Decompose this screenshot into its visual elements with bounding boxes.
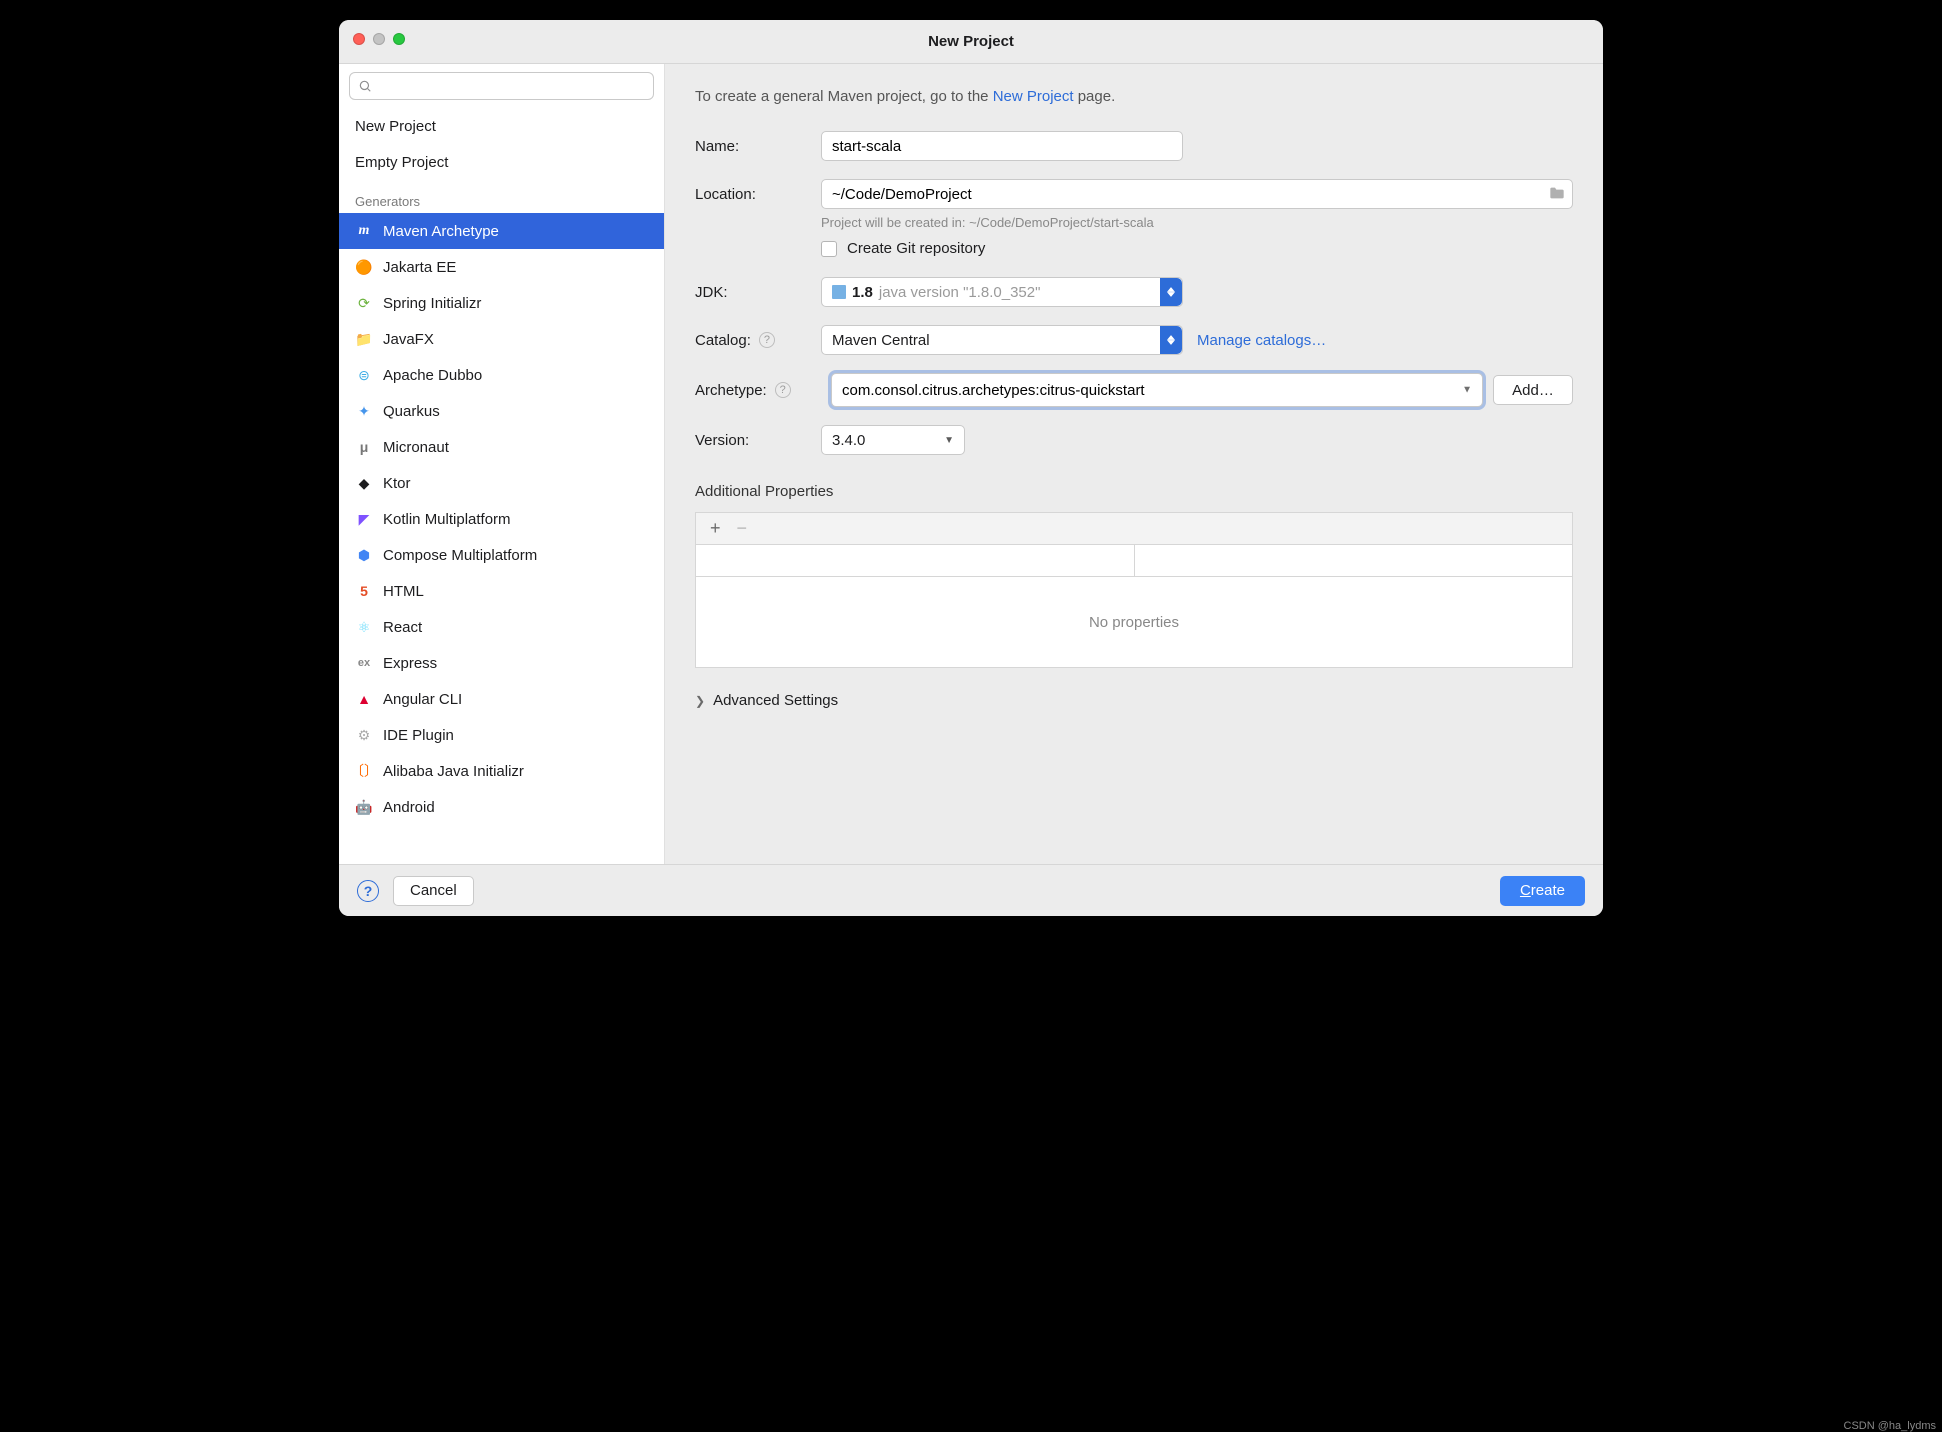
generators-header: Generators: [339, 184, 664, 213]
close-window-button[interactable]: [353, 33, 365, 45]
version-label: Version:: [695, 432, 821, 449]
alibaba-icon: 〔〕: [355, 762, 373, 780]
sidebar-item-ide-plugin[interactable]: ⚙IDE Plugin: [339, 717, 664, 753]
intro-text: To create a general Maven project, go to…: [695, 88, 1573, 105]
sidebar-item-empty-project[interactable]: Empty Project: [339, 144, 664, 180]
new-project-dialog: New Project New Project Empty Project Ge…: [339, 20, 1603, 916]
search-input[interactable]: [378, 79, 645, 94]
properties-columns: [696, 545, 1572, 577]
archetype-help-icon[interactable]: ?: [775, 382, 791, 398]
create-button[interactable]: Create: [1500, 876, 1585, 906]
archetype-input[interactable]: ▼: [831, 373, 1483, 407]
express-icon: ex: [355, 654, 373, 672]
new-project-link[interactable]: New Project: [993, 88, 1074, 105]
quarkus-icon: ✦: [355, 402, 373, 420]
catalog-label: Catalog:: [695, 332, 751, 349]
react-icon: ⚛: [355, 618, 373, 636]
location-label: Location:: [695, 186, 821, 203]
archetype-label: Archetype:: [695, 382, 767, 399]
catalog-select[interactable]: Maven Central: [821, 325, 1183, 355]
version-select[interactable]: 3.4.0 ▼: [821, 425, 965, 455]
jdk-folder-icon: [832, 285, 846, 299]
angular-icon: ▲: [355, 690, 373, 708]
sidebar-item-quarkus[interactable]: ✦Quarkus: [339, 393, 664, 429]
sidebar-item-android[interactable]: 🤖Android: [339, 789, 664, 825]
sidebar-item-jakarta-ee[interactable]: 🟠Jakarta EE: [339, 249, 664, 285]
additional-properties-panel: + − No properties: [695, 512, 1573, 668]
chevron-updown-icon: [1160, 278, 1182, 306]
add-archetype-button[interactable]: Add…: [1493, 375, 1573, 405]
additional-properties-header: Additional Properties: [695, 483, 1573, 500]
javafx-icon: 📁: [355, 330, 373, 348]
advanced-settings-toggle[interactable]: ❯ Advanced Settings: [695, 692, 1573, 709]
window-title: New Project: [928, 33, 1014, 50]
git-repo-label: Create Git repository: [847, 240, 985, 257]
sidebar-item-html[interactable]: 5HTML: [339, 573, 664, 609]
jakarta-icon: 🟠: [355, 258, 373, 276]
sidebar-item-maven-archetype[interactable]: mMaven Archetype: [339, 213, 664, 249]
sidebar-item-alibaba-java-initializr[interactable]: 〔〕Alibaba Java Initializr: [339, 753, 664, 789]
compose-icon: ⬢: [355, 546, 373, 564]
sidebar-item-react[interactable]: ⚛React: [339, 609, 664, 645]
content-pane: To create a general Maven project, go to…: [665, 64, 1603, 864]
html-icon: 5: [355, 582, 373, 600]
dubbo-icon: ⊜: [355, 366, 373, 384]
properties-empty-text: No properties: [696, 577, 1572, 667]
sidebar-item-compose-multiplatform[interactable]: ⬢Compose Multiplatform: [339, 537, 664, 573]
sidebar-item-kotlin-multiplatform[interactable]: ◤Kotlin Multiplatform: [339, 501, 664, 537]
ide-icon: ⚙: [355, 726, 373, 744]
sidebar-item-new-project[interactable]: New Project: [339, 108, 664, 144]
name-input[interactable]: [821, 131, 1183, 161]
maximize-window-button[interactable]: [393, 33, 405, 45]
minimize-window-button[interactable]: [373, 33, 385, 45]
sidebar-item-micronaut[interactable]: μMicronaut: [339, 429, 664, 465]
kotlin-icon: ◤: [355, 510, 373, 528]
spring-icon: ⟳: [355, 294, 373, 312]
git-repo-checkbox[interactable]: [821, 241, 837, 257]
cancel-button[interactable]: Cancel: [393, 876, 474, 906]
chevron-right-icon: ❯: [695, 694, 705, 708]
sidebar-item-spring-initializr[interactable]: ⟳Spring Initializr: [339, 285, 664, 321]
catalog-help-icon[interactable]: ?: [759, 332, 775, 348]
micronaut-icon: μ: [355, 438, 373, 456]
android-icon: 🤖: [355, 798, 373, 816]
generators-sidebar: New Project Empty Project Generators mMa…: [339, 64, 665, 864]
help-button[interactable]: ?: [357, 880, 379, 902]
maven-icon: m: [355, 222, 373, 240]
location-hint: Project will be created in: ~/Code/DemoP…: [821, 215, 1573, 230]
sidebar-item-angular-cli[interactable]: ▲Angular CLI: [339, 681, 664, 717]
manage-catalogs-link[interactable]: Manage catalogs…: [1197, 332, 1326, 349]
search-field[interactable]: [349, 72, 654, 100]
sidebar-item-javafx[interactable]: 📁JavaFX: [339, 321, 664, 357]
dialog-footer: ? Cancel Create CSDN @ha_lydms: [339, 864, 1603, 916]
jdk-select[interactable]: 1.8java version "1.8.0_352": [821, 277, 1183, 307]
browse-folder-icon[interactable]: [1549, 186, 1565, 203]
dropdown-icon: ▼: [944, 435, 954, 446]
location-input[interactable]: [821, 179, 1573, 209]
jdk-label: JDK:: [695, 284, 821, 301]
dropdown-icon[interactable]: ▼: [1462, 385, 1472, 396]
sidebar-item-express[interactable]: exExpress: [339, 645, 664, 681]
ktor-icon: ◆: [355, 474, 373, 492]
chevron-updown-icon: [1160, 326, 1182, 354]
search-icon: [358, 79, 372, 93]
sidebar-item-ktor[interactable]: ◆Ktor: [339, 465, 664, 501]
name-label: Name:: [695, 138, 821, 155]
remove-property-button[interactable]: −: [737, 518, 748, 539]
title-bar: New Project: [339, 20, 1603, 64]
add-property-button[interactable]: +: [710, 518, 721, 539]
sidebar-item-apache-dubbo[interactable]: ⊜Apache Dubbo: [339, 357, 664, 393]
